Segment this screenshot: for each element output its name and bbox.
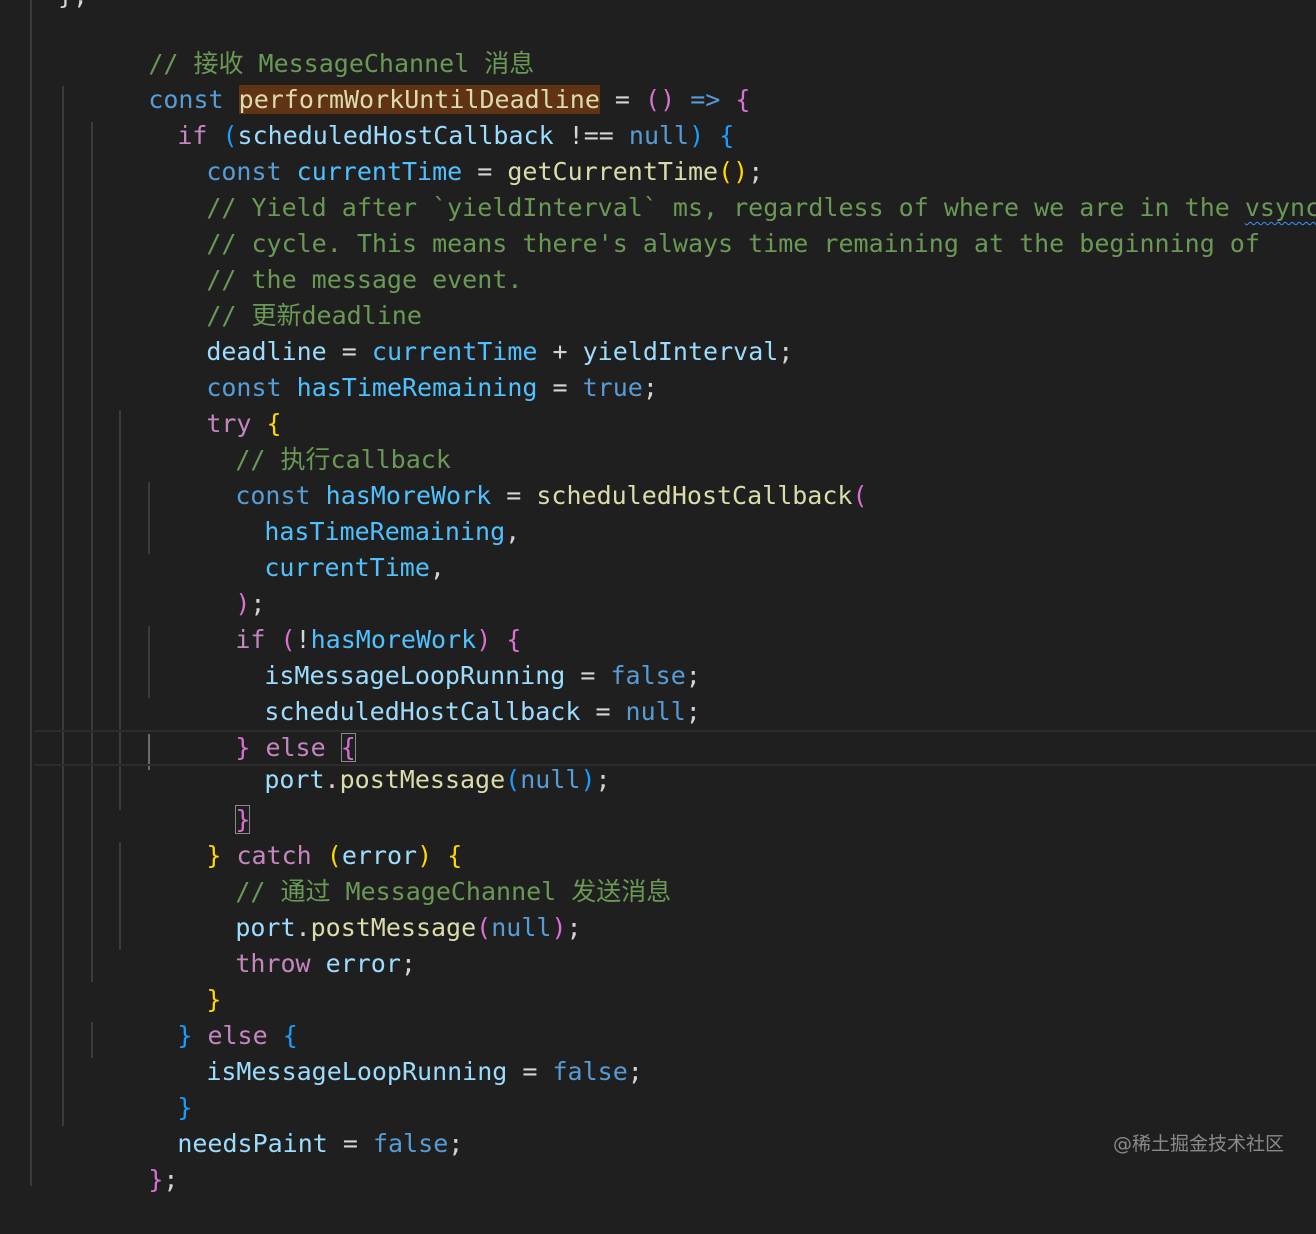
code-line[interactable]: } else {	[145, 694, 356, 762]
code-line[interactable]: isMessageLoopRunning = false;	[174, 622, 701, 690]
bracket: (	[476, 913, 492, 942]
code-line[interactable]: const performWorkUntilDeadline = () => {	[58, 46, 750, 114]
code-line[interactable]: // Yield after `yieldInterval` ms, regar…	[116, 154, 1316, 222]
code-line[interactable]: // the message event.	[116, 226, 522, 294]
bracket: (	[852, 481, 868, 510]
bracket: )	[580, 765, 596, 794]
code-line[interactable]: );	[145, 550, 265, 618]
bracket: (	[505, 765, 521, 794]
bracket: )	[551, 913, 567, 942]
code-line[interactable]: // 更新deadline	[116, 262, 422, 330]
comma: ,	[505, 517, 521, 546]
code-area[interactable]: // 接收 MessageChannel 消息 const performWor…	[0, 0, 1316, 1194]
code-line[interactable]: }	[87, 1054, 192, 1122]
boolean-literal: false	[372, 1129, 449, 1158]
code-line[interactable]: const currentTime = getCurrentTime();	[116, 118, 763, 186]
code-line[interactable]: try {	[116, 370, 281, 438]
code-line[interactable]: currentTime,	[174, 514, 445, 582]
code-line[interactable]: const hasTimeRemaining = true;	[116, 334, 658, 402]
bracket: {	[735, 85, 751, 114]
code-line[interactable]: } else {	[87, 982, 297, 1050]
function-call: postMessage	[339, 765, 506, 794]
variable: needsPaint	[177, 1129, 328, 1158]
null-literal: null	[625, 697, 686, 726]
code-line[interactable]: isMessageLoopRunning = false;	[116, 1018, 643, 1086]
boolean-literal: false	[552, 1057, 628, 1086]
current-line[interactable]: port.postMessage(null);	[34, 730, 1316, 794]
boolean-literal: true	[582, 373, 643, 402]
null-literal: null	[491, 913, 552, 942]
semicolon: ;	[163, 1165, 179, 1194]
operator: =	[537, 373, 583, 402]
operator: =	[580, 697, 626, 726]
code-editor[interactable]: }; // 接收 MessageChannel 消息 const perform…	[0, 0, 1316, 1194]
semicolon: ;	[627, 1057, 643, 1086]
code-line[interactable]: }	[145, 766, 251, 834]
indent-guide	[62, 86, 64, 1126]
code-line[interactable]: scheduledHostCallback = null;	[174, 658, 701, 726]
code-line[interactable]: // cycle. This means there's always time…	[116, 190, 1260, 258]
semicolon: ;	[400, 949, 416, 978]
operator: =	[507, 1057, 553, 1086]
semicolon: ;	[685, 697, 701, 726]
operator: =	[327, 1129, 373, 1158]
semicolon: ;	[595, 765, 611, 794]
code-line[interactable]: if (scheduledHostCallback !== null) {	[87, 82, 734, 150]
function-call: scheduledHostCallback	[536, 481, 853, 510]
semicolon: ;	[566, 913, 582, 942]
code-line[interactable]: // 通过 MessageChannel 发送消息	[145, 838, 671, 906]
null-literal: null	[520, 765, 581, 794]
constant-name: hasTimeRemaining	[296, 373, 538, 402]
comma: ,	[429, 553, 445, 582]
code-line[interactable]: deadline = currentTime + yieldInterval;	[116, 298, 793, 366]
semicolon: ;	[778, 337, 794, 366]
keyword-throw: throw	[235, 949, 311, 978]
variable: error	[325, 949, 401, 978]
indent-guide	[91, 122, 93, 982]
variable: port	[264, 765, 325, 794]
code-line[interactable]: } catch (error) {	[116, 802, 462, 870]
code-line[interactable]: const hasMoreWork = scheduledHostCallbac…	[145, 442, 867, 510]
code-line[interactable]: needsPaint = false;	[87, 1090, 463, 1158]
code-line[interactable]: };	[58, 1126, 178, 1194]
code-line[interactable]: hasTimeRemaining,	[174, 478, 520, 546]
code-line[interactable]: }	[116, 946, 221, 1014]
code-line[interactable]: // 接收 MessageChannel 消息	[58, 10, 534, 78]
watermark: @稀土掘金技术社区	[1112, 1133, 1284, 1155]
code-line[interactable]: // 执行callback	[145, 406, 451, 474]
dot: .	[324, 765, 340, 794]
semicolon: ;	[642, 373, 658, 402]
bracket: }	[148, 1165, 164, 1194]
code-line[interactable]: throw error;	[145, 910, 416, 978]
code-line[interactable]: if (!hasMoreWork) {	[145, 586, 521, 654]
code-line[interactable]: port.postMessage(null);	[145, 874, 581, 942]
semicolon: ;	[448, 1129, 464, 1158]
variable: isMessageLoopRunning	[206, 1057, 508, 1086]
constant-name: currentTime	[264, 553, 430, 582]
